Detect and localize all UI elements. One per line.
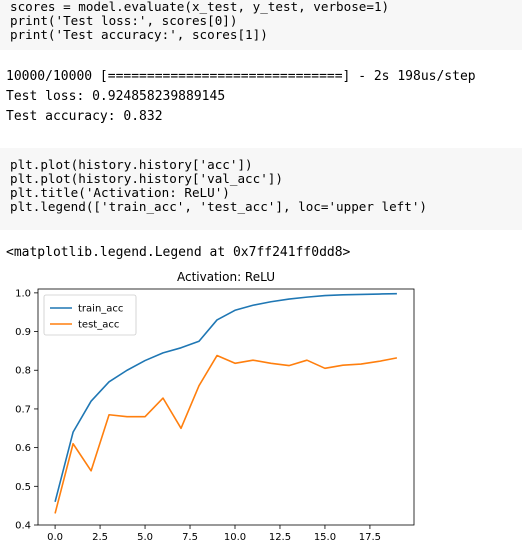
code-line: plt.title('Activation: ReLU') [10,185,230,200]
code-line: plt.plot(history.history['acc']) [10,157,253,172]
output-cell-evaluate: 10000/10000 [===========================… [0,62,522,132]
test-loss-output: Test loss: 0.924858239889145 [6,89,226,104]
y-tick-label: 0.7 [15,404,31,415]
x-tick-label: 2.5 [92,532,108,543]
legend-label: test_acc [78,320,119,331]
y-tick-label: 0.9 [15,327,31,338]
code-line: print('Test loss:', scores[0]) [10,13,238,28]
code-cell-evaluate[interactable]: scores = model.evaluate(x_test, y_test, … [0,0,522,50]
code-line: scores = model.evaluate(x_test, y_test, … [10,0,390,14]
accuracy-chart: Activation: ReLU 0.0 2.5 5.0 7.5 10.0 12.5 15.… [15,270,415,543]
code-line: plt.plot(history.history['val_acc']) [10,171,283,186]
y-tick-label: 0.5 [15,482,31,493]
x-tick-label: 0.0 [47,532,63,543]
x-tick-label: 15.0 [314,532,336,543]
x-tick-label: 7.5 [182,532,198,543]
y-tick-label: 0.6 [15,443,31,454]
legend-repr-output: <matplotlib.legend.Legend at 0x7ff241ff0… [6,245,351,260]
test-accuracy-output: Test accuracy: 0.832 [6,109,163,124]
output-cell-plot: <matplotlib.legend.Legend at 0x7ff241ff0… [0,240,522,262]
legend-label: train_acc [78,304,123,315]
code-line: plt.legend(['train_acc', 'test_acc'], lo… [10,199,428,214]
x-tick-label: 5.0 [137,532,153,543]
code-cell-plot[interactable]: plt.plot(history.history['acc']) plt.plo… [0,148,522,230]
y-tick-label: 0.8 [15,366,31,377]
y-tick-label: 1.0 [15,288,31,299]
y-tick-label: 0.4 [15,521,31,532]
code-line: print('Test accuracy:', scores[1]) [10,27,268,42]
chart-title: Activation: ReLU [177,270,275,284]
series-line-test-acc [54,354,398,514]
x-tick-label: 10.0 [224,532,246,543]
x-tick-label: 12.5 [269,532,291,543]
chart-legend: train_acc test_acc [43,294,137,336]
progress-output: 10000/10000 [===========================… [6,69,476,84]
x-tick-label: 17.5 [359,532,381,543]
